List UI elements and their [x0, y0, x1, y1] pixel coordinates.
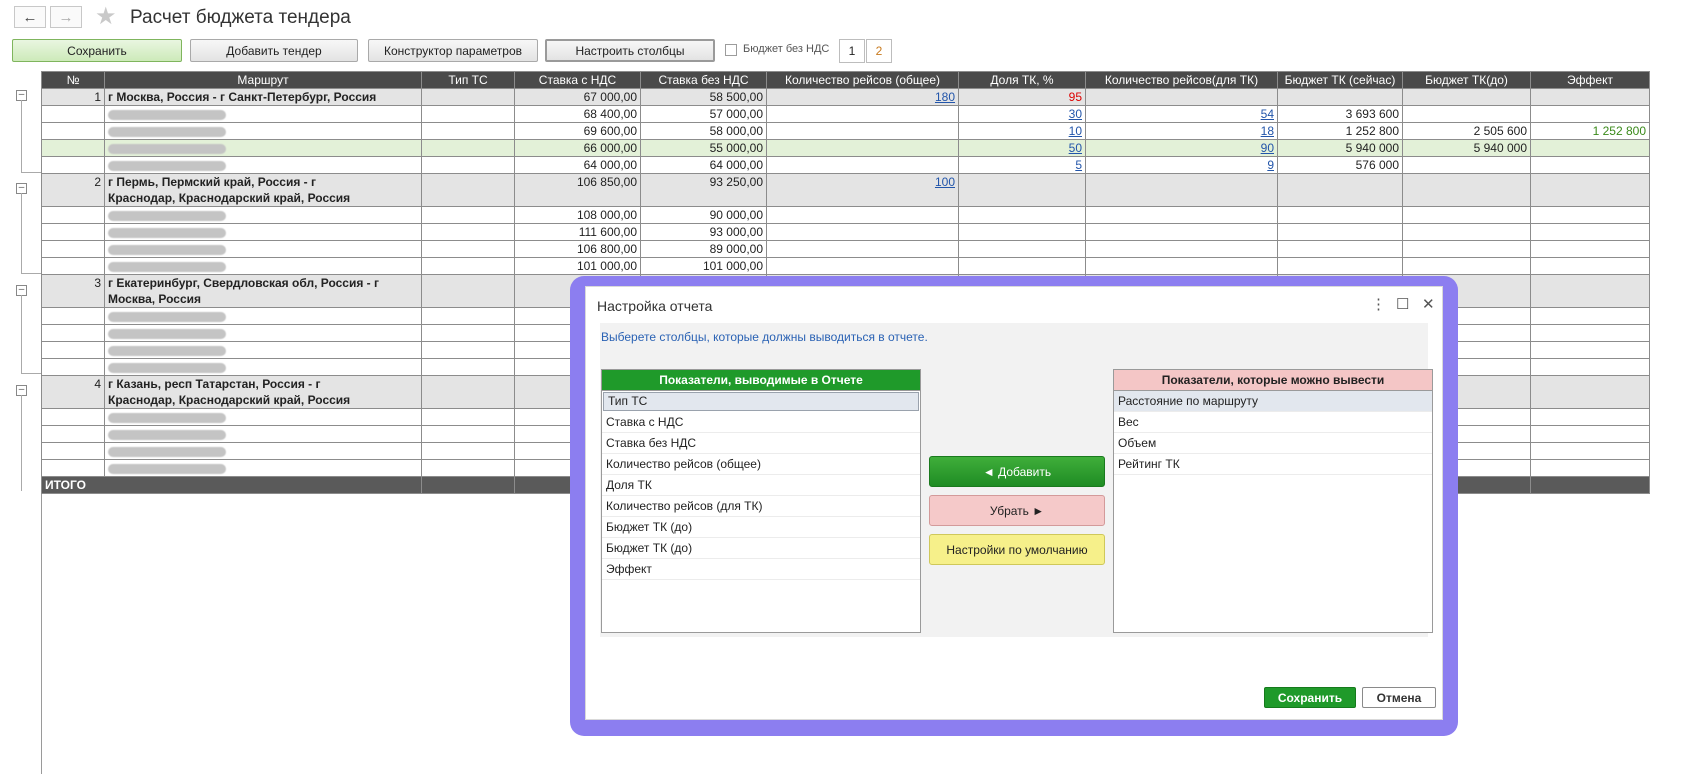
col-header-share[interactable]: Доля ТК, % [958, 71, 1086, 89]
table-row[interactable]: 101 000,00 101 000,00 [41, 257, 1650, 275]
table-row[interactable]: 106 800,00 89 000,00 [41, 240, 1650, 258]
col-header-budget-before[interactable]: Бюджет ТК(до) [1402, 71, 1531, 89]
forward-arrow-icon: → [58, 8, 74, 26]
dialog-cancel-button[interactable]: Отмена [1362, 687, 1436, 708]
blurred-carrier [108, 126, 226, 137]
blurred-carrier [108, 160, 226, 171]
table-row-selected[interactable]: 66 000,00 55 000,00 50 90 5 940 000 5 94… [41, 139, 1650, 157]
col-header-rate-novat[interactable]: Ставка без НДС [640, 71, 767, 89]
blurred-carrier [108, 429, 226, 440]
list-item[interactable]: Объем [1114, 433, 1432, 454]
page-1-button[interactable]: 1 [839, 39, 865, 63]
blurred-carrier [108, 109, 226, 120]
forward-button[interactable]: → [50, 6, 82, 28]
blurred-carrier [108, 143, 226, 154]
col-header-trips-total[interactable]: Количество рейсов (общее) [766, 71, 959, 89]
list-item[interactable]: Рейтинг ТК [1114, 454, 1432, 475]
selected-columns-list[interactable]: Показатели, выводимые в Отчете Тип ТС Ст… [601, 369, 921, 633]
trips-tk-link[interactable]: 18 [1261, 124, 1274, 138]
list-item[interactable]: Бюджет ТК (до) [602, 538, 920, 559]
list-item[interactable]: Доля ТК [602, 475, 920, 496]
blurred-carrier [108, 362, 226, 373]
table-row[interactable]: 111 600,00 93 000,00 [41, 223, 1650, 241]
list-item[interactable]: Тип ТС [603, 392, 919, 411]
trips-tk-link[interactable]: 9 [1267, 158, 1274, 172]
setup-columns-button[interactable]: Настроить столбцы [545, 39, 715, 62]
favorite-star-icon[interactable]: ★ [95, 5, 117, 29]
share-link[interactable]: 30 [1069, 107, 1082, 121]
list-item[interactable]: Количество рейсов (общее) [602, 454, 920, 475]
row-number: 4 [41, 375, 105, 409]
trips-link[interactable]: 100 [935, 175, 955, 189]
add-tender-button[interactable]: Добавить тендер [190, 39, 358, 62]
page-2-button[interactable]: 2 [866, 39, 892, 63]
table-header-row: № Маршрут Тип ТС Ставка с НДС Ставка без… [41, 71, 1650, 89]
table-row[interactable]: 1 г Москва, Россия - г Санкт-Петербург, … [41, 88, 1650, 106]
blurred-carrier [108, 345, 226, 356]
param-builder-button[interactable]: Конструктор параметров [368, 39, 538, 62]
list-item[interactable]: Ставка с НДС [602, 412, 920, 433]
save-button[interactable]: Сохранить [12, 39, 182, 62]
list-item[interactable]: Количество рейсов (для ТК) [602, 496, 920, 517]
blurred-carrier [108, 210, 226, 221]
col-header-trips-tk[interactable]: Количество рейсов(для ТК) [1085, 71, 1278, 89]
blurred-carrier [108, 328, 226, 339]
trips-tk-link[interactable]: 54 [1261, 107, 1274, 121]
share-link[interactable]: 50 [1069, 141, 1082, 155]
table-row[interactable]: 2 г Пермь, Пермский край, Россия - г Крас… [41, 173, 1650, 207]
blurred-carrier [108, 412, 226, 423]
budget-no-vat-label: Бюджет без НДС [743, 43, 830, 55]
selected-columns-header: Показатели, выводимые в Отчете [602, 370, 920, 391]
total-label: ИТОГО [41, 476, 422, 494]
col-header-vehicle-type[interactable]: Тип ТС [421, 71, 515, 89]
share-link[interactable]: 5 [1075, 158, 1082, 172]
page-title: Расчет бюджета тендера [130, 7, 351, 28]
list-item[interactable]: Ставка без НДС [602, 433, 920, 454]
share-value: 95 [1068, 90, 1082, 104]
blurred-carrier [108, 446, 226, 457]
col-header-route[interactable]: Маршрут [104, 71, 422, 89]
route-cell: г Москва, Россия - г Санкт-Петербург, Ро… [104, 88, 422, 106]
table-row[interactable]: 64 000,00 64 000,00 5 9 576 000 [41, 156, 1650, 174]
col-header-budget-now[interactable]: Бюджет ТК (сейчас) [1277, 71, 1403, 89]
dialog-title: Настройка отчета [597, 298, 713, 314]
col-header-effect[interactable]: Эффект [1530, 71, 1650, 89]
blurred-carrier [108, 463, 226, 474]
row-number: 1 [41, 88, 105, 106]
more-menu-icon[interactable]: ⋮ [1371, 295, 1386, 313]
table-row[interactable]: 68 400,00 57 000,00 30 54 3 693 600 [41, 105, 1650, 123]
blurred-carrier [108, 261, 226, 272]
budget-no-vat-checkbox[interactable] [725, 44, 737, 56]
row-number: 3 [41, 274, 105, 308]
available-columns-list[interactable]: Показатели, которые можно вывести Рассто… [1113, 369, 1433, 633]
blurred-carrier [108, 227, 226, 238]
back-button[interactable]: ← [14, 6, 46, 28]
effect-value: 1 252 800 [1530, 122, 1650, 140]
blurred-carrier [108, 311, 226, 322]
blurred-carrier [108, 244, 226, 255]
col-header-rate-vat[interactable]: Ставка с НДС [514, 71, 641, 89]
dialog-hint: Выберете столбцы, которые должны выводит… [601, 330, 928, 344]
row-number: 2 [41, 173, 105, 207]
available-columns-header: Показатели, которые можно вывести [1114, 370, 1432, 391]
dialog-save-button[interactable]: Сохранить [1264, 687, 1356, 708]
share-link[interactable]: 10 [1069, 124, 1082, 138]
trips-tk-link[interactable]: 90 [1261, 141, 1274, 155]
maximize-icon[interactable]: ☐ [1396, 295, 1409, 313]
default-settings-button[interactable]: Настройки по умолчанию [929, 534, 1105, 565]
back-arrow-icon: ← [22, 8, 38, 26]
report-settings-dialog: Настройка отчета ⋮ ☐ ✕ Выберете столбцы,… [585, 286, 1443, 720]
list-item[interactable]: Бюджет ТК (до) [602, 517, 920, 538]
add-column-button[interactable]: ◄ Добавить [929, 456, 1105, 487]
close-icon[interactable]: ✕ [1422, 295, 1435, 313]
table-row[interactable]: 108 000,00 90 000,00 [41, 206, 1650, 224]
list-item[interactable]: Эффект [602, 559, 920, 580]
list-item[interactable]: Вес [1114, 412, 1432, 433]
table-row[interactable]: 69 600,00 58 000,00 10 18 1 252 800 2 50… [41, 122, 1650, 140]
col-header-num[interactable]: № [41, 71, 105, 89]
remove-column-button[interactable]: Убрать ► [929, 495, 1105, 526]
list-item[interactable]: Расстояние по маршруту [1114, 391, 1432, 412]
trips-link[interactable]: 180 [935, 90, 955, 104]
